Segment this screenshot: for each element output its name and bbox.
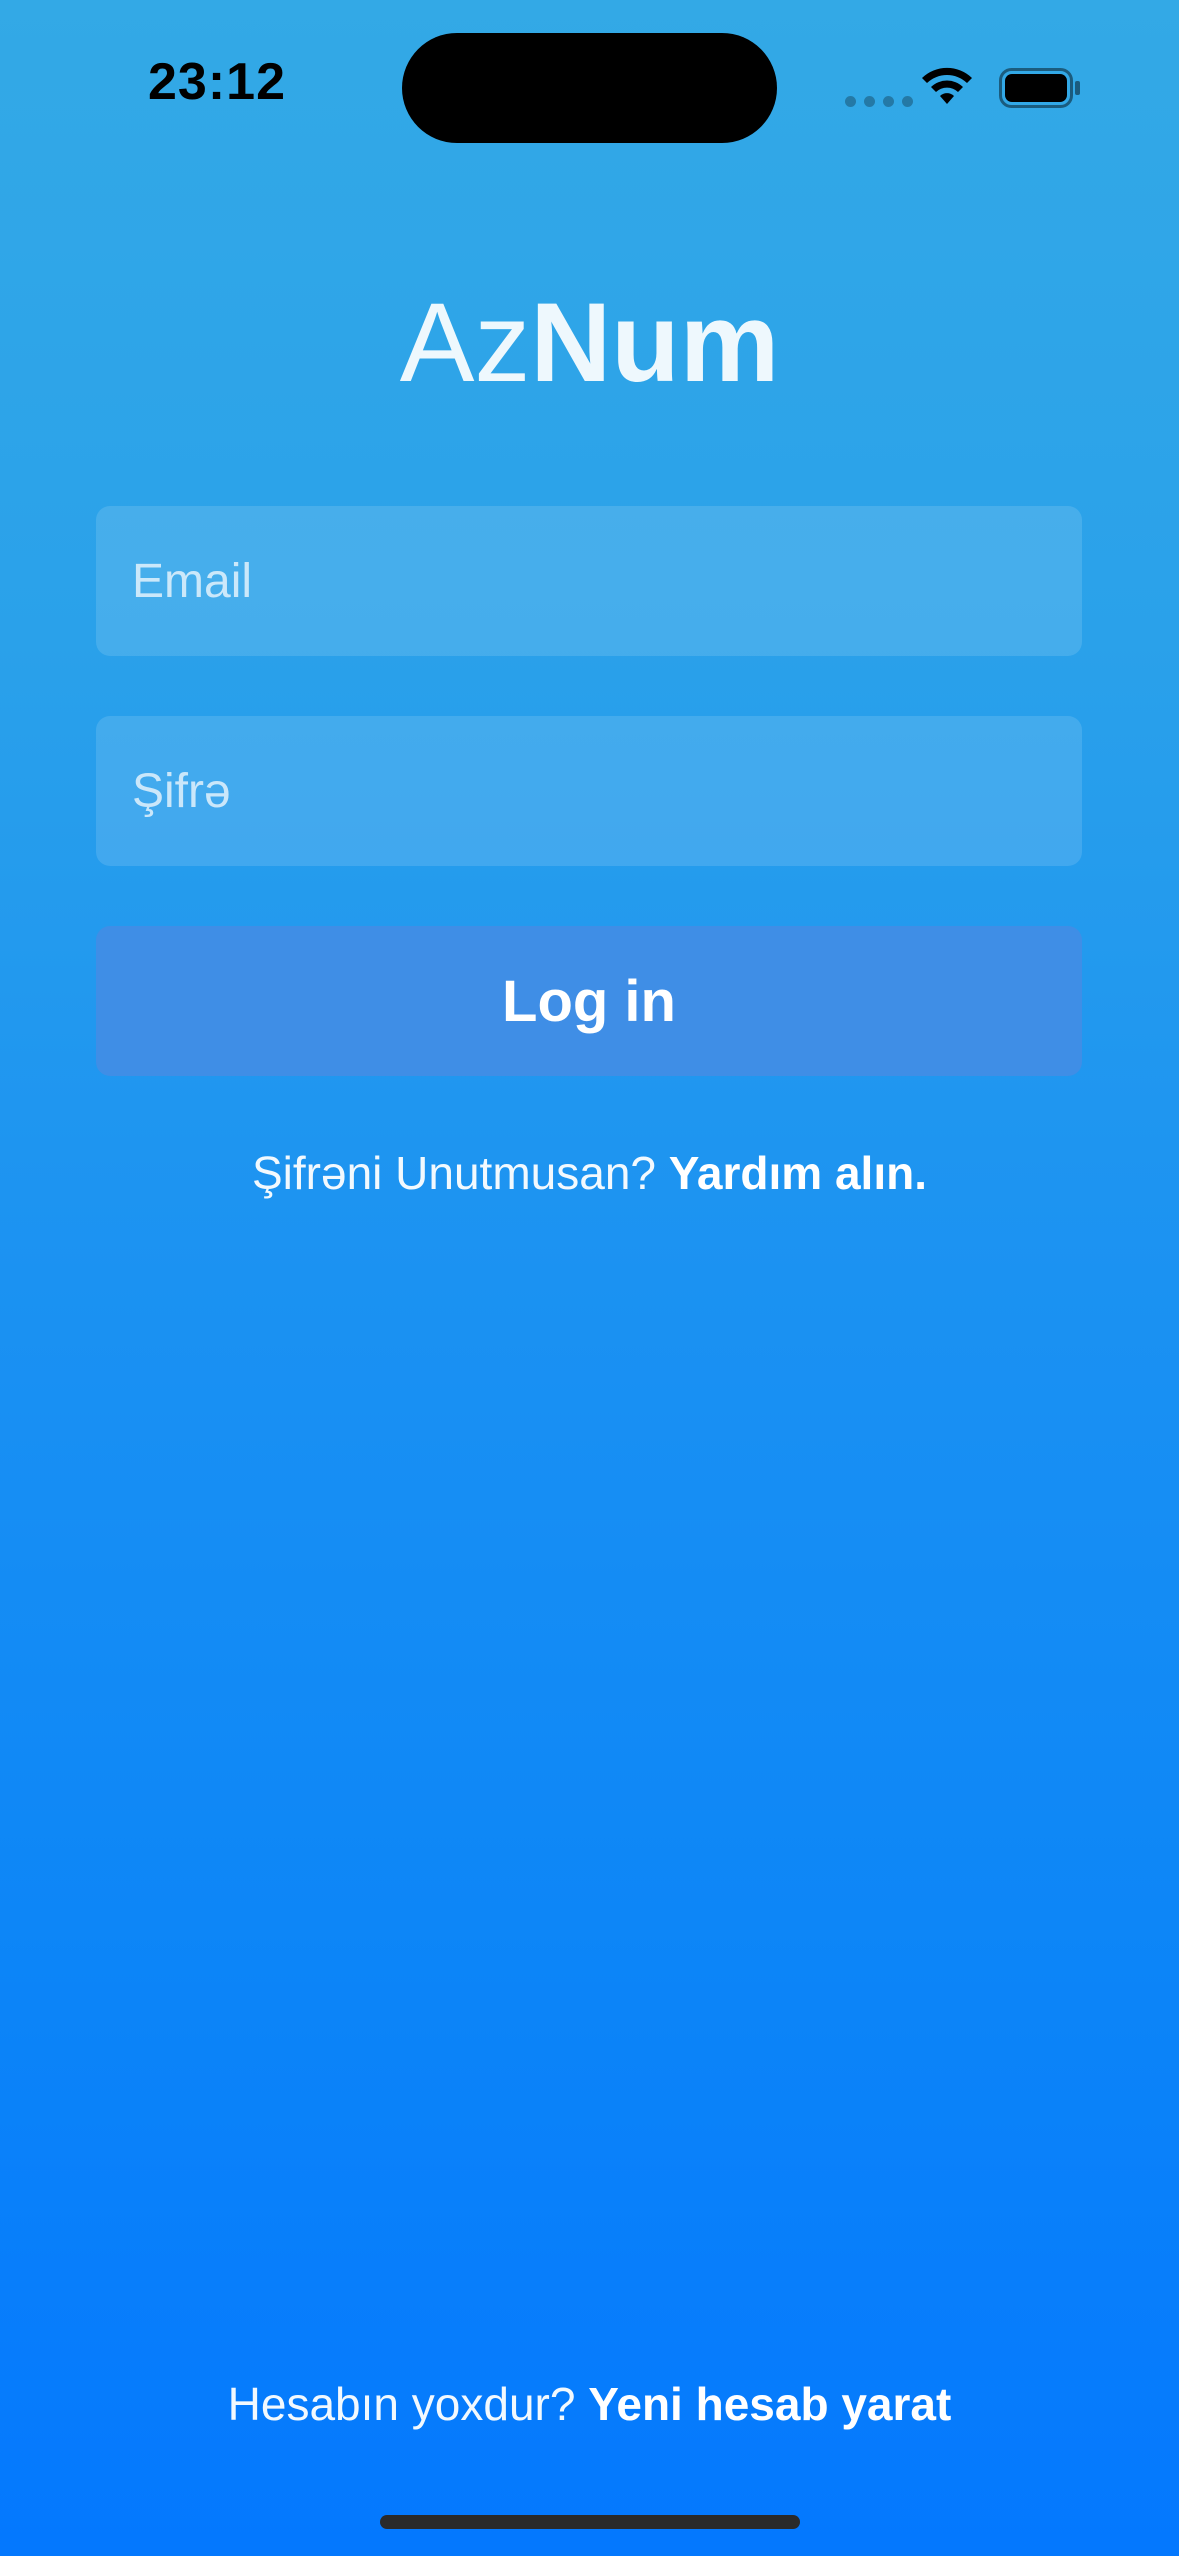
signup-row: Hesabın yoxdur? Yeni hesab yarat bbox=[0, 2377, 1179, 2431]
battery-icon bbox=[999, 68, 1080, 108]
cellular-signal-icon bbox=[845, 96, 913, 107]
create-account-link[interactable]: Yeni hesab yarat bbox=[588, 2378, 951, 2430]
password-field[interactable] bbox=[96, 716, 1082, 866]
home-indicator[interactable] bbox=[380, 2515, 800, 2529]
get-help-link[interactable]: Yardım alın. bbox=[669, 1147, 927, 1199]
login-button-label: Log in bbox=[502, 968, 676, 1034]
login-screen: 23:12 AzNum Log in Şifrəni Unutmusan? Ya… bbox=[0, 0, 1179, 2556]
email-field[interactable] bbox=[96, 506, 1082, 656]
app-title-part-num: Num bbox=[530, 280, 780, 405]
status-time: 23:12 bbox=[148, 53, 286, 111]
dynamic-island bbox=[402, 33, 777, 143]
app-title: AzNum bbox=[0, 278, 1179, 408]
app-title-part-az: Az bbox=[399, 280, 531, 405]
login-button[interactable]: Log in bbox=[96, 926, 1082, 1076]
no-account-text: Hesabın yoxdur? bbox=[227, 2378, 576, 2430]
forgot-password-text: Şifrəni Unutmusan? bbox=[252, 1147, 656, 1199]
wifi-icon bbox=[922, 67, 972, 104]
forgot-password-row: Şifrəni Unutmusan? Yardım alın. bbox=[0, 1146, 1179, 1200]
